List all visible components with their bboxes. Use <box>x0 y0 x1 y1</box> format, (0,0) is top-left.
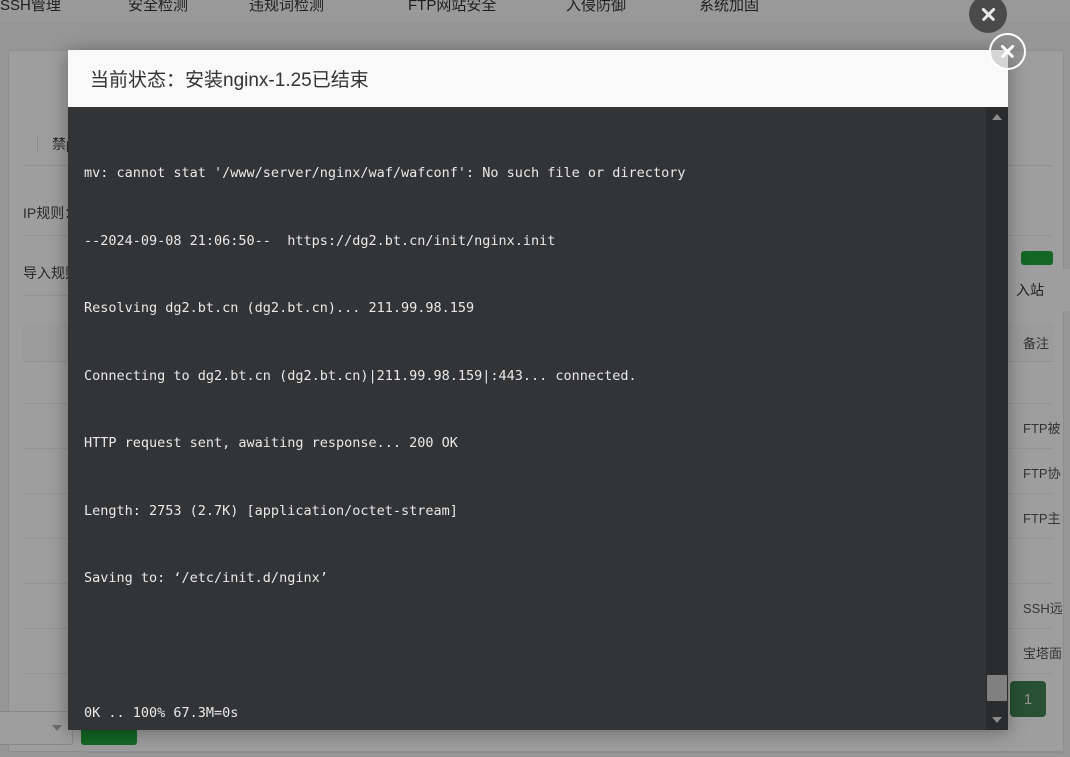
close-glyph <box>999 43 1016 60</box>
screen-root: SSH管理 安全检测 违规词检测 FTP网站安全 入侵防御 系统加固 消息盒子 … <box>0 0 1070 757</box>
terminal-line: --2024-09-08 21:06:50-- https://dg2.bt.c… <box>84 232 556 249</box>
terminal-output: mv: cannot stat '/www/server/nginx/waf/w… <box>84 117 968 730</box>
close-glyph <box>980 6 997 23</box>
modal-title: 当前状态：安装nginx-1.25已结束 <box>90 70 369 91</box>
modal-header: 当前状态：安装nginx-1.25已结束 <box>68 50 1008 107</box>
terminal-line: mv: cannot stat '/www/server/nginx/waf/w… <box>84 165 686 181</box>
chevron-down-icon <box>992 717 1002 723</box>
terminal-line: Saving to: ‘/etc/init.d/nginx’ <box>84 570 328 586</box>
scroll-up-button[interactable] <box>986 107 1008 127</box>
terminal-line: 0K .. 100% 67.3M=0s <box>84 705 239 721</box>
terminal-line: Resolving dg2.bt.cn (dg2.bt.cn)... 211.9… <box>84 300 475 316</box>
terminal-scrollbar[interactable] <box>986 107 1008 730</box>
terminal-line: Length: 2753 (2.7K) [application/octet-s… <box>84 502 458 519</box>
modal-close-icon[interactable] <box>989 33 1026 70</box>
scrollbar-thumb[interactable] <box>987 675 1007 701</box>
install-status-modal: 当前状态：安装nginx-1.25已结束 mv: cannot stat '/w… <box>68 50 1008 730</box>
modal-body: mv: cannot stat '/www/server/nginx/waf/w… <box>68 107 1008 730</box>
scroll-down-button[interactable] <box>986 710 1008 730</box>
chevron-up-icon <box>992 114 1002 120</box>
terminal-line: HTTP request sent, awaiting response... … <box>84 435 458 451</box>
terminal-line: Connecting to dg2.bt.cn (dg2.bt.cn)|211.… <box>84 367 637 384</box>
